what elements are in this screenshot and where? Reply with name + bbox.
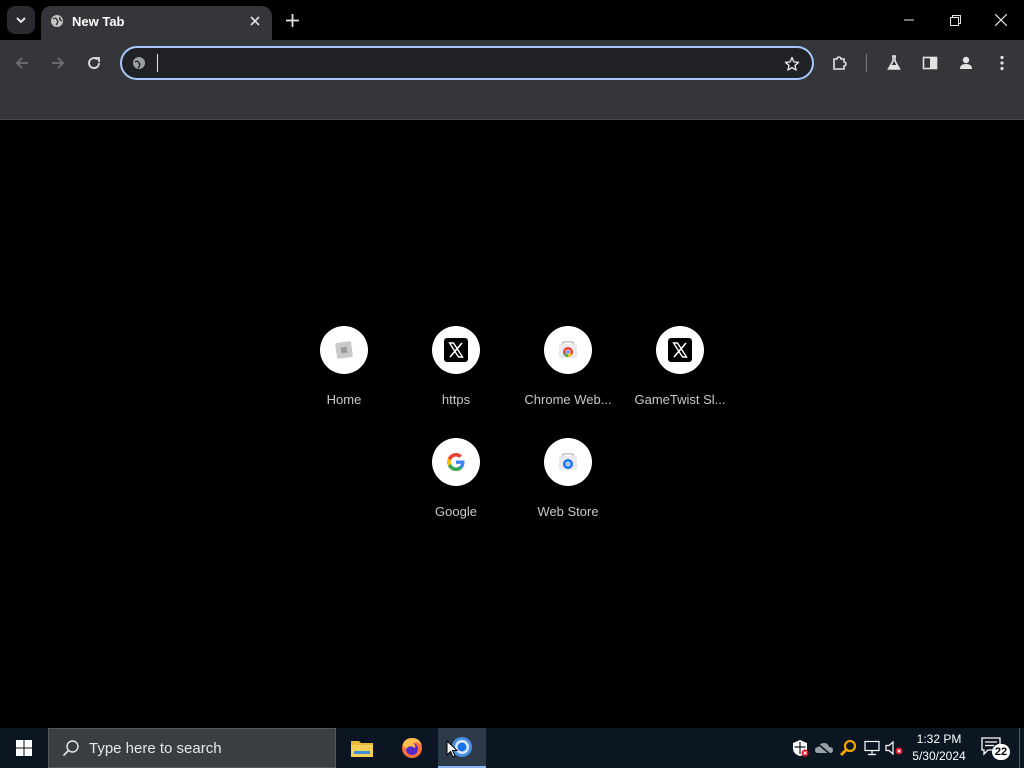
kebab-menu-icon [1000,55,1004,71]
close-tab-icon[interactable] [246,12,264,30]
search-magnifier-tray-icon[interactable] [838,738,858,758]
firefox-icon [402,738,422,758]
search-placeholder: Type here to search [89,739,222,757]
new-tab-button[interactable] [280,8,304,32]
taskbar-search-box[interactable]: Type here to search [48,728,336,768]
volume-muted-icon[interactable] [884,738,904,758]
chrome-webstore-icon [559,341,577,358]
windows-logo-icon [16,740,32,756]
shortcut-tile[interactable]: https [400,313,512,425]
new-tab-page: Home https Chrome Web... GameTwist Sl...… [0,121,1024,728]
labs-button[interactable] [881,50,907,76]
shortcut-tile[interactable]: Web Store [512,425,624,537]
puzzle-icon [833,56,847,70]
side-panel-button[interactable] [917,50,943,76]
person-icon [960,56,972,69]
shortcut-label: Google [435,504,477,519]
back-button[interactable] [9,50,35,76]
reload-button[interactable] [81,50,107,76]
taskbar-firefox[interactable] [388,728,436,768]
forward-button[interactable] [45,50,71,76]
windows-taskbar: Type here to search 1:32 PM 5/30/2024 22 [0,728,1024,768]
restore-button[interactable] [932,0,978,40]
taskbar-clock[interactable]: 1:32 PM 5/30/2024 [906,731,972,765]
restore-icon [949,14,961,26]
bookmark-star-icon[interactable] [782,54,802,74]
tab-search-button[interactable] [7,6,35,34]
side-panel-icon [922,56,938,70]
shortcut-icon-circle [432,326,480,374]
search-icon [61,738,81,758]
bookmarks-bar [0,85,1024,120]
onedrive-icon[interactable] [814,738,834,758]
plus-icon [285,13,299,27]
globe-icon [51,15,63,27]
profile-button[interactable] [953,50,979,76]
minimize-icon [904,19,914,21]
menu-button[interactable] [989,50,1015,76]
flask-icon [887,55,901,70]
close-window-button[interactable] [978,0,1024,40]
notification-count-badge: 22 [992,744,1010,760]
shortcut-label: Home [326,392,362,407]
mouse-cursor-icon [446,740,458,758]
shortcut-label: Web Store [537,504,599,519]
start-button[interactable] [0,728,48,768]
chevron-down-icon [16,17,26,24]
shortcut-tile[interactable]: Home [288,313,400,425]
google-g-icon [447,453,465,471]
file-explorer-icon [351,741,373,757]
shortcut-label: https [441,392,471,407]
shortcut-tile[interactable]: GameTwist Sl... [624,313,736,425]
shortcut-icon-circle [544,438,592,486]
home-favicon-icon [335,341,353,359]
address-bar[interactable] [120,46,814,80]
webstore-icon [559,453,577,470]
x-logo-icon [668,338,692,362]
toolbar-divider [866,54,867,72]
tab-new-tab[interactable]: New Tab [41,6,272,40]
x-logo-icon [444,338,468,362]
show-desktop-button[interactable] [1019,728,1024,768]
action-center-button[interactable]: 22 [980,736,1010,760]
shortcut-icon-circle [320,326,368,374]
shortcut-icon-circle [544,326,592,374]
shortcut-label: Chrome Web... [524,392,612,407]
network-icon[interactable] [862,738,882,758]
security-alert-icon[interactable] [790,738,810,758]
close-icon [995,14,1007,26]
shortcut-tile[interactable]: Chrome Web... [512,313,624,425]
tab-strip: New Tab [0,0,1024,40]
address-input[interactable] [158,51,758,75]
taskbar-file-explorer[interactable] [338,728,386,768]
arrow-left-icon [15,57,28,69]
minimize-button[interactable] [886,0,932,40]
shortcut-label: GameTwist Sl... [634,392,726,407]
shortcut-icon-circle [656,326,704,374]
reload-icon [88,57,100,69]
clock-time: 1:32 PM [916,732,962,746]
extensions-button[interactable] [827,50,853,76]
clock-date: 5/30/2024 [912,749,966,763]
arrow-right-icon [52,57,65,69]
shortcut-tile[interactable]: Google [400,425,512,537]
site-info-icon [133,57,145,69]
tab-title: New Tab [72,14,125,29]
browser-toolbar [0,40,1024,85]
shortcut-icon-circle [432,438,480,486]
